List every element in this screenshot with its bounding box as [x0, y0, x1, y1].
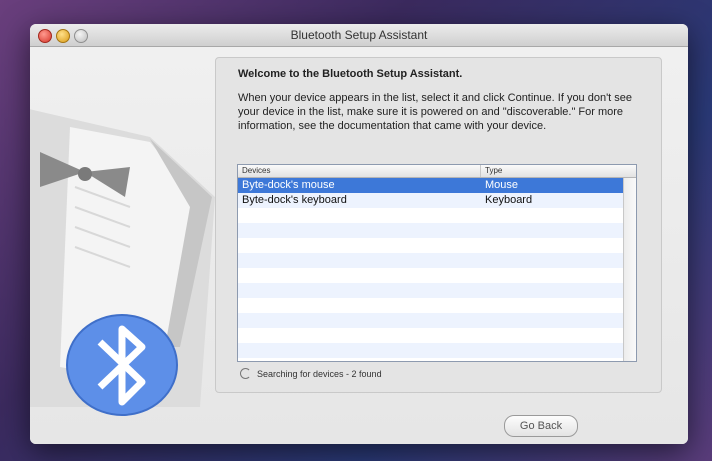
column-header-devices[interactable]: Devices — [238, 165, 481, 177]
empty-row — [238, 253, 636, 268]
tuxedo-bluetooth-illustration — [30, 109, 215, 416]
bluetooth-setup-window: Bluetooth Setup Assistant Welcome to the… — [30, 24, 688, 444]
instructions-text: When your device appears in the list, se… — [238, 92, 633, 132]
empty-row — [238, 268, 636, 283]
setup-panel: Welcome to the Bluetooth Setup Assistant… — [215, 57, 662, 393]
empty-row — [238, 223, 636, 238]
search-status: Searching for devices - 2 found — [240, 368, 382, 379]
spinner-icon — [240, 368, 251, 379]
device-type: Mouse — [485, 179, 519, 191]
device-list-scrollbar[interactable] — [623, 178, 636, 361]
device-row-keyboard[interactable]: Byte-dock's keyboard Keyboard — [238, 193, 636, 208]
device-name: Byte-dock's keyboard — [242, 194, 347, 206]
column-header-type[interactable]: Type — [481, 165, 636, 177]
empty-row — [238, 343, 636, 358]
empty-row — [238, 313, 636, 328]
empty-row — [238, 238, 636, 253]
device-list-header: Devices Type — [238, 165, 636, 178]
title-bar: Bluetooth Setup Assistant — [30, 24, 688, 47]
bluetooth-icon — [66, 314, 178, 416]
welcome-heading: Welcome to the Bluetooth Setup Assistant… — [238, 68, 463, 80]
empty-row — [238, 283, 636, 298]
device-rows: Byte-dock's mouse Mouse Byte-dock's keyb… — [238, 178, 636, 358]
device-type: Keyboard — [485, 194, 533, 206]
search-status-text: Searching for devices - 2 found — [257, 368, 382, 379]
empty-row — [238, 298, 636, 313]
device-list[interactable]: Devices Type Byte-dock's mouse Mouse Byt… — [237, 164, 637, 362]
device-row-mouse[interactable]: Byte-dock's mouse Mouse — [238, 178, 636, 193]
device-name: Byte-dock's mouse — [242, 179, 335, 191]
window-title: Bluetooth Setup Assistant — [290, 28, 428, 42]
go-back-button[interactable]: Go Back — [504, 415, 578, 437]
empty-row — [238, 328, 636, 343]
empty-row — [238, 208, 636, 223]
window-content: Welcome to the Bluetooth Setup Assistant… — [30, 47, 688, 444]
